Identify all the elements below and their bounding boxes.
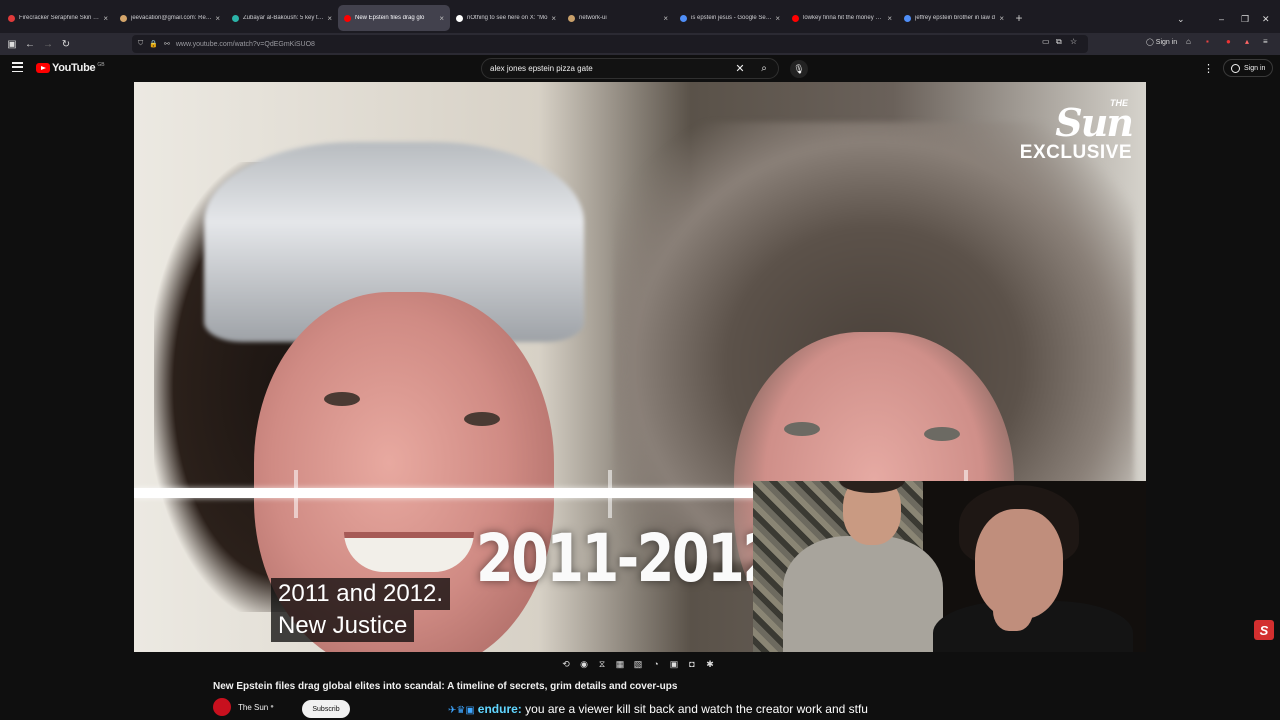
minimize-icon[interactable]: – (1219, 14, 1224, 24)
tab-favicon-icon (344, 14, 351, 22)
address-bar[interactable]: ⛉ 🔒 ⚯ www.youtube.com/watch?v=QdEGmKiSUO… (132, 35, 1088, 53)
more-options-icon[interactable]: ⋮ (1203, 62, 1214, 75)
video-captions: 2011 and 2012. New Justice (271, 578, 451, 642)
streamer-s-badge: S (1254, 620, 1274, 640)
shield-icon[interactable]: ⛉ (138, 40, 143, 48)
user-icon (1231, 63, 1240, 73)
screenshot-icon[interactable]: ◘ (686, 659, 698, 670)
search-icon[interactable]: ⌕ (750, 63, 778, 74)
caption-line: 2011 and 2012. (271, 578, 451, 610)
bookmark-star-icon[interactable]: ☆ (1070, 37, 1077, 46)
extensions-icon[interactable]: ⌂ (1186, 37, 1191, 46)
youtube-header: YouTube GB alex jones epstein pizza gate… (0, 55, 1280, 82)
reload-icon[interactable]: ↻ (57, 35, 75, 53)
menu-icon[interactable] (12, 62, 23, 72)
browser-tab[interactable]: Firecracker Seraphine Skin Spo × (2, 5, 114, 31)
chat-username: endure: (477, 702, 522, 716)
loop-icon[interactable]: ⟲ (560, 659, 572, 670)
microphone-icon[interactable]: 🎙 (790, 60, 808, 78)
forward-icon[interactable]: → (39, 35, 57, 53)
restore-icon[interactable]: ❐ (1241, 14, 1249, 25)
search-box[interactable]: alex jones epstein pizza gate ✕ ⌕ (481, 58, 779, 79)
close-tab-icon[interactable]: × (663, 14, 668, 23)
url-host: www.youtube.com (175, 40, 233, 48)
tab-favicon-icon (456, 14, 463, 22)
browser-tab-strip: Firecracker Seraphine Skin Spo × jeevacat… (0, 0, 1280, 33)
clear-search-icon[interactable]: ✕ (730, 62, 750, 75)
reader-icon[interactable]: ▭ (1042, 37, 1050, 46)
close-tab-icon[interactable]: × (775, 14, 780, 23)
channel-avatar[interactable] (213, 698, 231, 716)
close-tab-icon[interactable]: × (327, 14, 332, 23)
browser-tab[interactable]: Zubayar al-Bakoush: 5 key thing × (226, 5, 338, 31)
audio-icon[interactable]: ◉ (578, 659, 590, 670)
chat-badges-icon: ✈♛▣ (448, 705, 475, 716)
watch-metadata-area: ⟲ ◉ ⧖ ▦ ▧ ◔ ▣ ◘ ✱ New Epstein files drag… (0, 652, 1280, 720)
subscribe-button[interactable]: Subscrib (302, 700, 350, 718)
tab-favicon-icon (904, 14, 911, 22)
tab-favicon-icon (8, 14, 15, 22)
picture-icon[interactable]: ▧ (632, 659, 644, 670)
timer-icon[interactable]: ◔ (650, 659, 662, 670)
search-input[interactable]: alex jones epstein pizza gate (490, 64, 730, 73)
video-title: New Epstein files drag global elites int… (213, 681, 678, 692)
tab-list-chevron-icon[interactable]: ⌄ (1177, 14, 1185, 25)
browser-tab[interactable]: network-ui × (562, 5, 674, 31)
browser-tab[interactable]: nOthing to see here on X: "Mo × (450, 5, 562, 31)
tab-favicon-icon (120, 14, 127, 22)
close-tab-icon[interactable]: × (215, 14, 220, 23)
new-tab-button[interactable]: + (1010, 5, 1028, 31)
youtube-signin-button[interactable]: Sign in (1223, 59, 1274, 77)
channel-row: The Sun ● (213, 698, 274, 716)
close-tab-icon[interactable]: × (439, 14, 444, 23)
tab-favicon-icon (232, 14, 239, 22)
the-sun-exclusive-logo: THE Sun EXCLUSIVE (1019, 98, 1134, 163)
channel-name[interactable]: The Sun (238, 703, 268, 712)
back-icon[interactable]: ← (21, 35, 39, 53)
verified-icon: ● (270, 704, 274, 710)
stream-chat-message: ✈♛▣ endure: you are a viewer kill sit bac… (448, 702, 868, 716)
extension-icon[interactable]: ▪ (1206, 37, 1209, 46)
sidebar-toggle-icon[interactable]: ▣ (3, 35, 21, 53)
browser-nav-bar: ▣ ← → ↻ ⛉ 🔒 ⚯ www.youtube.com/watch?v=Qd… (0, 33, 1280, 55)
tab-favicon-icon (792, 14, 799, 22)
tab-favicon-icon (568, 14, 575, 22)
youtube-play-icon (36, 63, 50, 73)
overlay-year-text: 2011-2012 (476, 520, 780, 597)
pip-icon[interactable]: ▣ (668, 659, 680, 670)
browser-tab[interactable]: lowkey finna hit the money spo × (786, 5, 898, 31)
browser-menu-icon[interactable]: ≡ (1263, 37, 1268, 46)
extension-icon[interactable]: ● (1226, 37, 1231, 46)
calendar-icon[interactable]: ▦ (614, 659, 626, 670)
youtube-logo[interactable]: YouTube GB (36, 62, 105, 74)
close-tab-icon[interactable]: × (551, 14, 556, 23)
close-tab-icon[interactable]: × (887, 14, 892, 23)
close-tab-icon[interactable]: × (103, 14, 108, 23)
lock-icon[interactable]: 🔒 (149, 40, 158, 48)
browser-tab[interactable]: is epstein jesus - Google Search × (674, 5, 786, 31)
chat-text: you are a viewer kill sit back and watch… (525, 702, 868, 716)
browser-tab[interactable]: jeffrey epstein brother in law d × (898, 5, 1010, 31)
browser-tab-active[interactable]: New Epstein files drag glo × (338, 5, 450, 31)
permissions-icon[interactable]: ⚯ (164, 40, 170, 48)
window-close-icon[interactable]: ✕ (1262, 14, 1270, 25)
speed-icon[interactable]: ⧖ (596, 659, 608, 670)
browser-tab[interactable]: jeevacation@gmail.com: Re: — × (114, 5, 226, 31)
extension-icon[interactable]: ▴ (1245, 37, 1249, 46)
extension-player-toolbar: ⟲ ◉ ⧖ ▦ ▧ ◔ ▣ ◘ ✱ (560, 657, 716, 671)
caption-line: New Justice (271, 610, 415, 642)
pip-icon[interactable]: ⧉ (1056, 37, 1062, 47)
url-path: /watch?v=QdEGmKiSUO8 (232, 40, 315, 48)
webcam-overlay (753, 481, 1146, 652)
tab-favicon-icon (680, 14, 687, 22)
browser-account-signin[interactable]: ◯ Sign in (1146, 38, 1177, 46)
close-tab-icon[interactable]: × (999, 14, 1004, 23)
settings-gear-icon[interactable]: ✱ (704, 659, 716, 670)
webcam-person-left (783, 536, 943, 652)
